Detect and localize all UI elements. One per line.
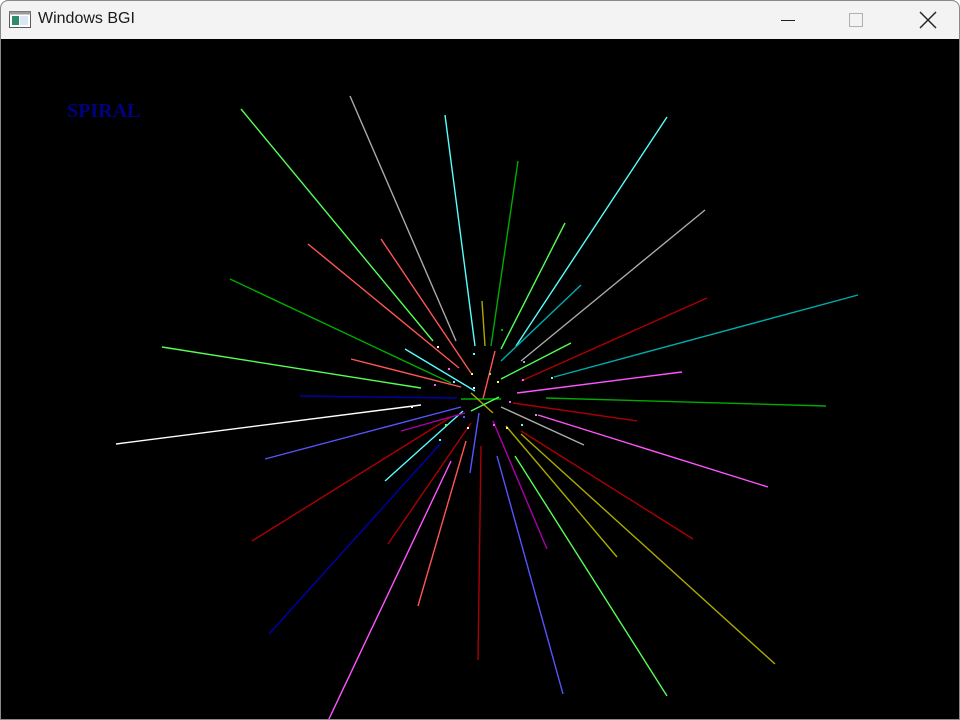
app-window: Windows BGI SPIRAL	[0, 0, 960, 720]
burst-line-35	[299, 395, 458, 399]
burst-dot-7	[522, 379, 524, 381]
burst-dot-10	[521, 424, 523, 426]
burst-dot-21	[473, 387, 475, 389]
burst-line-18	[520, 430, 694, 540]
burst-dot-6	[551, 377, 553, 379]
burst-dot-8	[509, 401, 511, 403]
burst-line-17	[537, 414, 769, 488]
burst-dot-12	[467, 427, 469, 429]
burst-line-29	[384, 410, 464, 482]
burst-dot-2	[448, 368, 450, 370]
burst-dot-14	[439, 439, 441, 441]
burst-line-41	[404, 348, 476, 392]
burst-line-9	[500, 284, 582, 362]
burst-line-14	[545, 397, 827, 407]
burst-line-1	[240, 108, 434, 342]
burst-line-11	[520, 297, 708, 382]
burst-line-15	[512, 402, 638, 422]
burst-dot-4	[453, 381, 455, 383]
burst-line-13	[516, 371, 683, 394]
burst-line-34	[115, 404, 422, 445]
burst-dot-9	[535, 414, 537, 416]
burst-line-22	[492, 420, 548, 550]
drawing-canvas[interactable]: SPIRAL	[3, 39, 959, 719]
burst-dot-16	[434, 384, 436, 386]
burst-dot-15	[411, 406, 413, 408]
burst-line-12	[553, 294, 859, 378]
spiral-burst-figure	[115, 95, 859, 719]
burst-dot-20	[506, 427, 508, 429]
burst-dot-5	[523, 361, 525, 363]
burst-line-4	[490, 160, 519, 347]
burst-line-19	[520, 433, 776, 665]
burst-dot-18	[501, 329, 503, 331]
burst-line-28	[469, 412, 480, 474]
burst-line-32	[264, 406, 462, 460]
burst-line-21	[514, 455, 668, 697]
burst-dot-17	[473, 353, 475, 355]
burst-line-3	[444, 114, 476, 347]
burst-dot-22	[463, 416, 465, 418]
burst-line-40	[380, 238, 472, 374]
burst-dot-11	[493, 424, 495, 426]
burst-line-24	[477, 445, 482, 661]
burst-line-6	[515, 116, 668, 347]
burst-dot-19	[497, 381, 499, 383]
burst-dot-23	[489, 373, 491, 375]
burst-dot-3	[471, 373, 473, 375]
burst-line-7	[520, 209, 706, 362]
burst-line-30	[268, 442, 442, 635]
burst-line-23	[496, 455, 564, 695]
burst-dot-13	[445, 424, 447, 426]
burst-line-5	[481, 300, 486, 347]
burst-dot-1	[437, 346, 439, 348]
burst-line-39	[307, 243, 460, 369]
